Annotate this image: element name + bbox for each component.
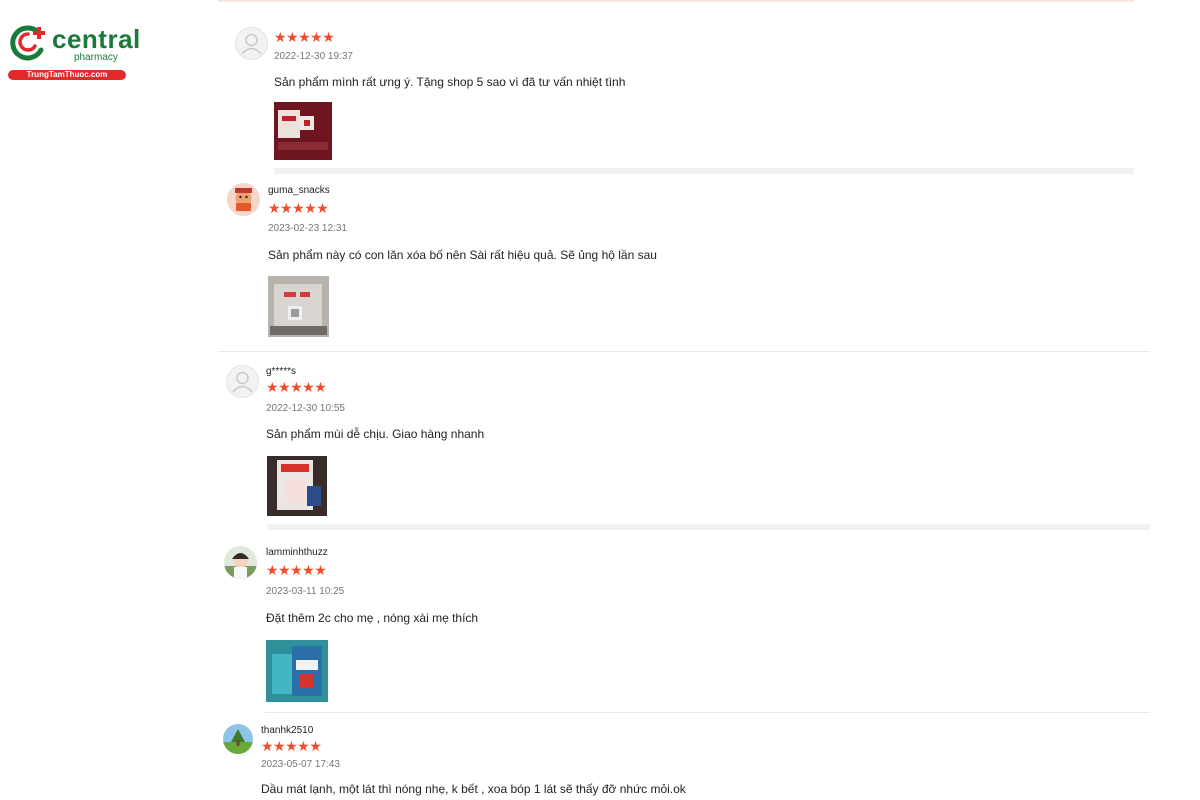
brand-url-label: TrungTamThuoc.com — [8, 70, 126, 80]
rating-stars: ★★★★★ — [268, 200, 329, 216]
user-avatar[interactable] — [224, 546, 257, 579]
review-photo[interactable] — [267, 456, 327, 516]
review-text: Sản phẩm mình rất ưng ý. Tặng shop 5 sao… — [274, 75, 626, 89]
user-avatar[interactable] — [223, 724, 253, 754]
review-photo[interactable] — [274, 102, 332, 160]
review-date: 2023-03-11 10:25 — [266, 586, 345, 597]
review-text: Sản phẩm này có con lăn xóa bố nên Sài r… — [268, 248, 657, 262]
rating-stars: ★★★★★ — [266, 379, 327, 395]
review-divider — [265, 712, 1150, 713]
review-item: guma_snacks ★★★★★ 2023-02-23 12:31 Sản p… — [227, 183, 1152, 353]
rating-stars: ★★★★★ — [274, 29, 335, 45]
default-user-avatar-icon — [235, 27, 268, 60]
review-username[interactable]: g*****s — [266, 366, 296, 377]
review-item: thanhk2510 ★★★★★ 2023-05-07 17:43 Dầu má… — [223, 724, 1150, 800]
default-user-avatar-icon — [226, 365, 259, 398]
rating-stars: ★★★★★ — [266, 562, 327, 578]
review-separator — [267, 524, 1150, 530]
review-date: 2022-12-30 19:37 — [274, 51, 353, 62]
review-photo[interactable] — [266, 640, 328, 702]
review-photo[interactable] — [268, 276, 329, 337]
review-item: lamminhthuzz ★★★★★ 2023-03-11 10:25 Đặt … — [224, 546, 1151, 712]
rating-stars: ★★★★★ — [261, 738, 322, 754]
review-divider — [218, 351, 1150, 352]
review-separator — [274, 168, 1134, 174]
central-pharmacy-logo-icon — [10, 25, 45, 61]
review-username[interactable]: thanhk2510 — [261, 725, 313, 736]
brand-subtitle: pharmacy — [74, 52, 118, 63]
review-username[interactable]: lamminhthuzz — [266, 547, 328, 558]
review-text: Đặt thêm 2c cho mẹ , nóng xài mẹ thích — [266, 611, 479, 625]
review-date: 2023-05-07 17:43 — [261, 759, 340, 770]
user-avatar[interactable] — [227, 183, 260, 216]
review-date: 2023-02-23 12:31 — [268, 223, 347, 234]
review-date: 2022-12-30 10:55 — [266, 403, 345, 414]
review-item: ★★★★★ 2022-12-30 19:37 Sản phẩm mình rất… — [235, 27, 1135, 177]
review-username[interactable]: guma_snacks — [268, 185, 330, 196]
review-item: g*****s ★★★★★ 2022-12-30 10:55 Sản phẩm … — [226, 365, 1151, 535]
top-divider — [218, 0, 1134, 2]
brand-logo[interactable]: central pharmacy TrungTamThuoc.com — [8, 22, 140, 82]
review-text: Sản phẩm mùi dễ chịu. Giao hàng nhanh — [266, 427, 485, 441]
review-text: Dầu mát lạnh, một lát thì nóng nhẹ, k bế… — [261, 782, 686, 796]
brand-name: central — [52, 24, 141, 54]
